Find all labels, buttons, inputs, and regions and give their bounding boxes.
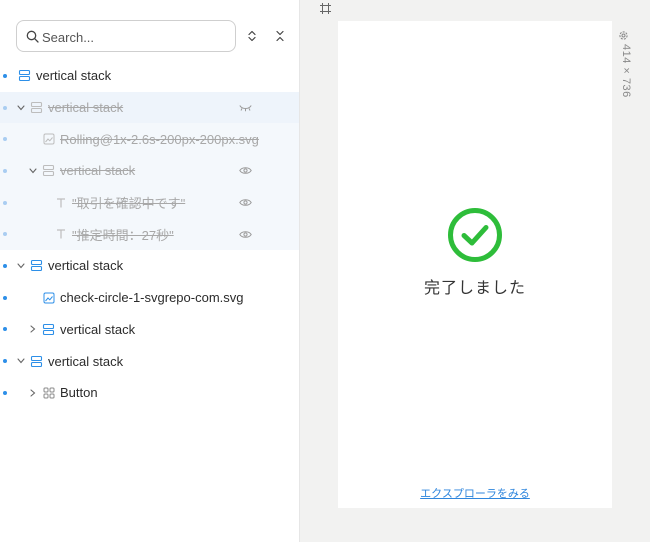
gear-icon [619, 31, 628, 40]
eye-icon[interactable] [238, 228, 252, 240]
layers-panel: vertical stack vertical stack Rolling@1x-2… [0, 0, 300, 542]
layer-indicator-dot [3, 390, 7, 395]
layer-indicator-dot [3, 263, 7, 268]
layer-indicator-dot [3, 359, 7, 364]
stack-icon [42, 164, 55, 177]
expand-collapse-button[interactable] [244, 28, 260, 44]
chevron-down-icon[interactable] [28, 166, 38, 176]
text-icon [54, 228, 67, 241]
completion-message: 完了しました [423, 280, 526, 297]
layer-row[interactable]: vertical stack [0, 91, 299, 124]
layer-indicator-dot [3, 105, 7, 110]
layer-label: Button [60, 385, 98, 401]
chevron-right-icon[interactable] [28, 324, 38, 334]
chevron-right-icon[interactable] [28, 388, 38, 398]
layer-label: vertical stack [60, 321, 136, 337]
layer-row[interactable]: vertical stack [0, 345, 299, 377]
stack-icon [30, 259, 43, 272]
layer-label: vertical stack [48, 258, 124, 274]
collapse-all-button[interactable] [272, 28, 288, 44]
search-input[interactable] [42, 27, 228, 47]
layer-indicator-dot [3, 200, 7, 205]
chevron-down-icon[interactable] [16, 103, 26, 113]
layer-label: vertical stack [48, 353, 124, 369]
chevron-down-icon[interactable] [16, 356, 26, 366]
layer-indicator-dot [3, 295, 7, 300]
layer-indicator-dot [3, 73, 7, 78]
layer-indicator-dot [3, 137, 7, 142]
layer-row[interactable]: check-circle-1-svgrepo-com.svg [0, 282, 299, 314]
layer-indicator-dot [3, 168, 7, 173]
layer-row[interactable]: vertical stack [0, 155, 299, 187]
search-box[interactable] [16, 20, 236, 52]
layer-label: "取引を確認中です" [72, 196, 186, 212]
layer-label: "推定時間：27秒" [72, 227, 174, 243]
stack-icon [30, 355, 43, 368]
eye-icon[interactable] [238, 165, 252, 177]
frame-icon[interactable] [320, 3, 331, 14]
layer-label: Rolling@1x-2.6s-200px-200px.svg [60, 131, 259, 147]
layer-row[interactable]: vertical stack [0, 60, 299, 92]
chevron-up-down-icon [248, 30, 256, 42]
search-row [16, 20, 294, 52]
layer-tree: vertical stack vertical stack Rolling@1x-2… [0, 60, 299, 409]
layer-row[interactable]: "取引を確認中です" [0, 186, 299, 219]
layer-label: check-circle-1-svgrepo-com.svg [60, 290, 244, 306]
eye-closed-icon[interactable] [238, 102, 252, 114]
layer-indicator-dot [3, 232, 7, 237]
size-readout-text: 414 × 736 [620, 44, 632, 98]
artboard[interactable]: 完了しました エクスプローラをみる [338, 21, 612, 508]
explorer-link[interactable]: エクスプローラをみる [338, 485, 612, 501]
eye-icon[interactable] [238, 197, 252, 209]
layer-row[interactable]: vertical stack [0, 314, 299, 346]
layer-row[interactable]: Rolling@1x-2.6s-200px-200px.svg [0, 123, 299, 156]
check-circle-icon [448, 208, 502, 262]
layer-row[interactable]: "推定時間：27秒" [0, 218, 299, 251]
image-icon [42, 133, 55, 146]
layer-label: vertical stack [60, 163, 136, 179]
stack-icon [42, 323, 55, 336]
layer-row[interactable]: vertical stack [0, 250, 299, 282]
canvas-area[interactable]: 完了しました エクスプローラをみる 414 × 736 [300, 0, 650, 542]
layer-label: vertical stack [48, 100, 124, 116]
stack-icon [18, 69, 31, 82]
chevron-down-icon[interactable] [16, 261, 26, 271]
chevron-collapse-icon [276, 30, 284, 42]
stack-icon [30, 101, 43, 114]
search-icon [26, 30, 39, 43]
text-icon [54, 196, 67, 209]
layer-indicator-dot [3, 327, 7, 332]
image-icon [42, 291, 55, 304]
layer-row[interactable]: Button [0, 377, 299, 409]
layer-label: vertical stack [36, 68, 112, 84]
artboard-size-readout[interactable]: 414 × 736 [616, 30, 632, 110]
component-icon [42, 386, 55, 399]
